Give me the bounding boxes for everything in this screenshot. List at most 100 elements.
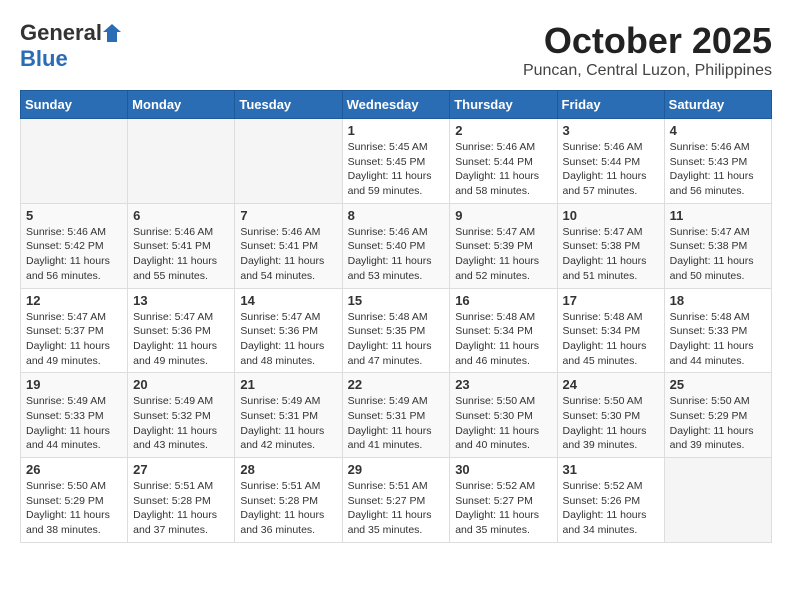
logo: General Blue	[20, 20, 122, 72]
logo-icon	[103, 22, 121, 44]
location: Puncan, Central Luzon, Philippines	[523, 62, 772, 80]
table-row: 30 Sunrise: 5:52 AM Sunset: 5:27 PM Dayli…	[450, 458, 557, 543]
day-number: 16	[455, 293, 551, 308]
table-row: 29 Sunrise: 5:51 AM Sunset: 5:27 PM Dayli…	[342, 458, 450, 543]
day-info: Sunrise: 5:48 AM Sunset: 5:35 PM Dayligh…	[348, 310, 445, 369]
day-info: Sunrise: 5:46 AM Sunset: 5:40 PM Dayligh…	[348, 225, 445, 284]
table-row	[128, 119, 235, 204]
day-number: 29	[348, 462, 445, 477]
table-row: 8 Sunrise: 5:46 AM Sunset: 5:40 PM Daylig…	[342, 203, 450, 288]
table-row: 10Sunrise: 5:47 AM Sunset: 5:38 PM Dayli…	[557, 203, 664, 288]
day-info: Sunrise: 5:47 AM Sunset: 5:36 PM Dayligh…	[133, 310, 229, 369]
col-sunday: Sunday	[21, 91, 128, 119]
day-number: 26	[26, 462, 122, 477]
table-row: 31 Sunrise: 5:52 AM Sunset: 5:26 PM Dayli…	[557, 458, 664, 543]
day-number: 23	[455, 377, 551, 392]
calendar-week-1: 1Sunrise: 5:45 AM Sunset: 5:45 PM Daylig…	[21, 119, 772, 204]
day-number: 21	[240, 377, 336, 392]
table-row: 24Sunrise: 5:50 AM Sunset: 5:30 PM Dayli…	[557, 373, 664, 458]
day-number: 18	[670, 293, 766, 308]
day-number: 5	[26, 208, 122, 223]
day-number: 12	[26, 293, 122, 308]
title-section: October 2025 Puncan, Central Luzon, Phil…	[523, 20, 772, 80]
table-row: 9 Sunrise: 5:47 AM Sunset: 5:39 PM Daylig…	[450, 203, 557, 288]
col-friday: Friday	[557, 91, 664, 119]
day-info: Sunrise: 5:52 AM Sunset: 5:27 PM Dayligh…	[455, 479, 551, 538]
day-info: Sunrise: 5:47 AM Sunset: 5:36 PM Dayligh…	[240, 310, 336, 369]
day-info: Sunrise: 5:50 AM Sunset: 5:29 PM Dayligh…	[670, 394, 766, 453]
calendar-header-row: Sunday Monday Tuesday Wednesday Thursday…	[21, 91, 772, 119]
day-info: Sunrise: 5:51 AM Sunset: 5:27 PM Dayligh…	[348, 479, 445, 538]
col-monday: Monday	[128, 91, 235, 119]
day-info: Sunrise: 5:49 AM Sunset: 5:31 PM Dayligh…	[348, 394, 445, 453]
logo-blue: Blue	[20, 46, 68, 71]
day-number: 28	[240, 462, 336, 477]
day-info: Sunrise: 5:45 AM Sunset: 5:45 PM Dayligh…	[348, 140, 445, 199]
day-number: 31	[563, 462, 659, 477]
table-row: 7 Sunrise: 5:46 AM Sunset: 5:41 PM Daylig…	[235, 203, 342, 288]
day-number: 25	[670, 377, 766, 392]
day-number: 8	[348, 208, 445, 223]
day-info: Sunrise: 5:48 AM Sunset: 5:34 PM Dayligh…	[455, 310, 551, 369]
table-row: 25 Sunrise: 5:50 AM Sunset: 5:29 PM Dayli…	[664, 373, 771, 458]
day-info: Sunrise: 5:48 AM Sunset: 5:34 PM Dayligh…	[563, 310, 659, 369]
day-number: 19	[26, 377, 122, 392]
day-info: Sunrise: 5:46 AM Sunset: 5:42 PM Dayligh…	[26, 225, 122, 284]
table-row: 28Sunrise: 5:51 AM Sunset: 5:28 PM Dayli…	[235, 458, 342, 543]
table-row: 19Sunrise: 5:49 AM Sunset: 5:33 PM Dayli…	[21, 373, 128, 458]
day-number: 4	[670, 123, 766, 138]
day-info: Sunrise: 5:51 AM Sunset: 5:28 PM Dayligh…	[133, 479, 229, 538]
day-number: 2	[455, 123, 551, 138]
day-info: Sunrise: 5:46 AM Sunset: 5:43 PM Dayligh…	[670, 140, 766, 199]
day-info: Sunrise: 5:49 AM Sunset: 5:32 PM Dayligh…	[133, 394, 229, 453]
day-number: 17	[563, 293, 659, 308]
table-row: 23 Sunrise: 5:50 AM Sunset: 5:30 PM Dayli…	[450, 373, 557, 458]
day-info: Sunrise: 5:46 AM Sunset: 5:41 PM Dayligh…	[133, 225, 229, 284]
day-number: 15	[348, 293, 445, 308]
table-row	[21, 119, 128, 204]
table-row: 1Sunrise: 5:45 AM Sunset: 5:45 PM Daylig…	[342, 119, 450, 204]
table-row: 6 Sunrise: 5:46 AM Sunset: 5:41 PM Daylig…	[128, 203, 235, 288]
day-number: 6	[133, 208, 229, 223]
day-info: Sunrise: 5:46 AM Sunset: 5:44 PM Dayligh…	[455, 140, 551, 199]
table-row: 26Sunrise: 5:50 AM Sunset: 5:29 PM Dayli…	[21, 458, 128, 543]
day-number: 13	[133, 293, 229, 308]
day-number: 30	[455, 462, 551, 477]
col-saturday: Saturday	[664, 91, 771, 119]
table-row: 20Sunrise: 5:49 AM Sunset: 5:32 PM Dayli…	[128, 373, 235, 458]
calendar-week-5: 26Sunrise: 5:50 AM Sunset: 5:29 PM Dayli…	[21, 458, 772, 543]
day-number: 10	[563, 208, 659, 223]
day-info: Sunrise: 5:47 AM Sunset: 5:37 PM Dayligh…	[26, 310, 122, 369]
day-info: Sunrise: 5:49 AM Sunset: 5:31 PM Dayligh…	[240, 394, 336, 453]
table-row: 12 Sunrise: 5:47 AM Sunset: 5:37 PM Dayli…	[21, 288, 128, 373]
day-info: Sunrise: 5:47 AM Sunset: 5:38 PM Dayligh…	[670, 225, 766, 284]
day-number: 7	[240, 208, 336, 223]
table-row: 17 Sunrise: 5:48 AM Sunset: 5:34 PM Dayli…	[557, 288, 664, 373]
table-row: 18 Sunrise: 5:48 AM Sunset: 5:33 PM Dayli…	[664, 288, 771, 373]
table-row: 5 Sunrise: 5:46 AM Sunset: 5:42 PM Daylig…	[21, 203, 128, 288]
table-row: 4 Sunrise: 5:46 AM Sunset: 5:43 PM Daylig…	[664, 119, 771, 204]
table-row	[664, 458, 771, 543]
col-tuesday: Tuesday	[235, 91, 342, 119]
table-row: 3Sunrise: 5:46 AM Sunset: 5:44 PM Daylig…	[557, 119, 664, 204]
day-number: 9	[455, 208, 551, 223]
day-number: 14	[240, 293, 336, 308]
calendar: Sunday Monday Tuesday Wednesday Thursday…	[20, 90, 772, 543]
day-info: Sunrise: 5:52 AM Sunset: 5:26 PM Dayligh…	[563, 479, 659, 538]
col-wednesday: Wednesday	[342, 91, 450, 119]
month-title: October 2025	[523, 20, 772, 62]
logo-text: General Blue	[20, 20, 122, 72]
day-number: 22	[348, 377, 445, 392]
table-row: 11Sunrise: 5:47 AM Sunset: 5:38 PM Dayli…	[664, 203, 771, 288]
table-row: 21 Sunrise: 5:49 AM Sunset: 5:31 PM Dayli…	[235, 373, 342, 458]
table-row: 16 Sunrise: 5:48 AM Sunset: 5:34 PM Dayli…	[450, 288, 557, 373]
day-info: Sunrise: 5:48 AM Sunset: 5:33 PM Dayligh…	[670, 310, 766, 369]
calendar-week-2: 5 Sunrise: 5:46 AM Sunset: 5:42 PM Daylig…	[21, 203, 772, 288]
col-thursday: Thursday	[450, 91, 557, 119]
table-row: 13 Sunrise: 5:47 AM Sunset: 5:36 PM Dayli…	[128, 288, 235, 373]
day-info: Sunrise: 5:50 AM Sunset: 5:30 PM Dayligh…	[455, 394, 551, 453]
day-info: Sunrise: 5:46 AM Sunset: 5:41 PM Dayligh…	[240, 225, 336, 284]
day-number: 24	[563, 377, 659, 392]
calendar-week-4: 19Sunrise: 5:49 AM Sunset: 5:33 PM Dayli…	[21, 373, 772, 458]
day-info: Sunrise: 5:47 AM Sunset: 5:39 PM Dayligh…	[455, 225, 551, 284]
